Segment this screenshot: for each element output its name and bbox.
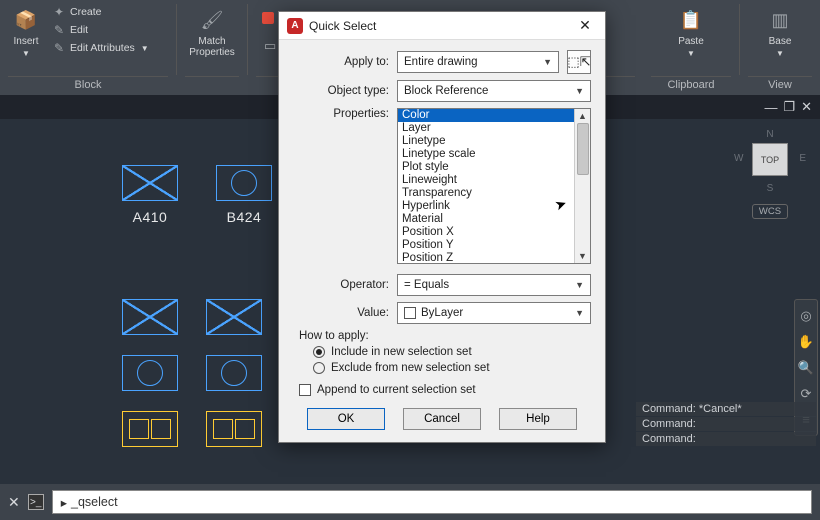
how-to-apply-label: How to apply: [299,330,591,342]
close-commandline-icon[interactable]: ✕ [8,494,20,511]
properties-item[interactable]: Position X [398,226,574,239]
orbit-icon[interactable]: ⟳ [801,386,812,402]
wcs-badge[interactable]: WCS [752,204,788,219]
value-label: Value: [293,307,389,319]
match-properties-icon: 🖌 [198,6,226,34]
chevron-down-icon: ▼ [543,57,552,67]
command-history: Command: *Cancel* Command: Command: [636,401,816,446]
properties-item[interactable]: Layer [398,122,574,135]
properties-item[interactable]: Transparency [398,187,574,200]
create-button[interactable]: ✦Create [50,4,151,20]
command-line: ✕ >_ ▸ _qselect [0,484,820,520]
ok-button[interactable]: OK [307,408,385,430]
restore-icon[interactable]: ❐ [783,99,795,115]
command-history-line: Command: [636,417,816,431]
ribbon-panel-block: 📦 Insert ▼ ✦Create ✎Edit ✎Edit Attribute… [0,0,176,95]
properties-label: Properties: [293,108,389,120]
dropdown-caret-icon: ▼ [687,49,695,58]
scroll-up-icon[interactable]: ▲ [578,111,587,121]
help-button[interactable]: Help [499,408,577,430]
edit-icon: ✎ [52,23,66,37]
edit-attributes-button[interactable]: ✎Edit Attributes▼ [50,40,151,56]
insert-icon: 📦 [12,6,40,34]
block-label: B424 [227,209,262,225]
radio-icon [313,346,325,358]
commandline-prompt-icon[interactable]: >_ [28,494,44,510]
checkbox-icon [299,384,311,396]
paste-icon: 📋 [677,6,705,34]
properties-item[interactable]: Hyperlink [398,200,574,213]
select-objects-icon: ⬚⇱ [567,54,590,70]
create-icon: ✦ [52,5,66,19]
ribbon-panel-label: Block [8,76,168,95]
operator-combo[interactable]: = Equals▼ [397,274,591,296]
append-checkbox[interactable]: Append to current selection set [299,384,591,396]
radio-icon [313,362,325,374]
ribbon-panel-label: Clipboard [651,76,731,95]
ribbon-panel-label: View [748,76,812,95]
paste-button[interactable]: 📋 Paste ▼ [651,4,731,60]
properties-item[interactable]: Lineweight [398,174,574,187]
quick-select-dialog: A Quick Select ✕ Apply to: Entire drawin… [278,11,606,443]
listbox-scrollbar[interactable]: ▲ ▼ [574,109,590,263]
color-swatch-icon[interactable] [262,12,274,24]
cancel-button[interactable]: Cancel [403,408,481,430]
ribbon-panel-properties: 🖌 Match Properties [177,0,247,95]
match-properties-label: Match Properties [189,36,235,58]
ribbon-panel-label [185,76,239,95]
scroll-thumb[interactable] [577,123,589,175]
pan-icon[interactable]: ✋ [798,334,814,350]
properties-item[interactable]: Linetype scale [398,148,574,161]
properties-item[interactable]: Linetype [398,135,574,148]
dialog-titlebar[interactable]: A Quick Select ✕ [279,12,605,40]
properties-item[interactable]: Color [398,109,574,122]
chevron-down-icon: ▼ [575,308,584,318]
operator-label: Operator: [293,279,389,291]
nav-wheel-icon[interactable]: ◎ [800,308,811,324]
apply-to-label: Apply to: [293,56,389,68]
edit-attributes-icon: ✎ [52,41,66,55]
app-logo-icon: A [287,18,303,34]
view-cube[interactable]: N W E TOP S WCS [738,129,802,219]
value-combo[interactable]: ByLayer▼ [397,302,591,324]
exclude-radio[interactable]: Exclude from new selection set [313,362,591,374]
select-objects-button[interactable]: ⬚⇱ [567,50,591,74]
properties-item[interactable]: Position Z [398,252,574,263]
dropdown-caret-icon: ▼ [776,49,784,58]
base-button[interactable]: ▥ Base ▼ [748,4,812,60]
color-swatch-icon [404,307,416,319]
zoom-icon[interactable]: 🔍 [798,360,814,376]
object-type-label: Object type: [293,85,389,97]
command-history-line: Command: [636,432,816,446]
ribbon-panel-clipboard: 📋 Paste ▼ Clipboard [643,0,739,95]
base-icon: ▥ [766,6,794,34]
view-cube-face[interactable]: TOP [752,143,788,176]
insert-button[interactable]: 📦 Insert ▼ [8,4,44,60]
command-history-line: Command: *Cancel* [636,402,816,416]
ribbon-panel-view: ▥ Base ▼ View [740,0,820,95]
properties-item[interactable]: Plot style [398,161,574,174]
properties-item[interactable]: Position Y [398,239,574,252]
dialog-title: Quick Select [309,19,573,33]
insert-label: Insert [13,36,38,47]
properties-item[interactable]: Material [398,213,574,226]
dropdown-caret-icon: ▼ [22,49,30,58]
chevron-down-icon: ▼ [575,86,584,96]
document-window-controls: — ❐ ✕ [730,95,820,119]
apply-to-combo[interactable]: Entire drawing▼ [397,51,559,73]
command-input-text: _qselect [71,495,118,509]
command-input[interactable]: ▸ _qselect [52,490,812,514]
edit-button[interactable]: ✎Edit [50,22,151,38]
properties-listbox[interactable]: ColorLayerLinetypeLinetype scalePlot sty… [397,108,591,264]
match-properties-button[interactable]: 🖌 Match Properties [185,4,239,60]
minimize-icon[interactable]: — [764,100,777,115]
close-icon[interactable]: ✕ [801,99,812,115]
include-radio[interactable]: Include in new selection set [313,346,591,358]
chevron-down-icon: ▼ [575,280,584,290]
scroll-down-icon[interactable]: ▼ [578,251,587,261]
dialog-close-icon[interactable]: ✕ [573,17,597,34]
block-label: A410 [133,209,168,225]
object-type-combo[interactable]: Block Reference▼ [397,80,591,102]
